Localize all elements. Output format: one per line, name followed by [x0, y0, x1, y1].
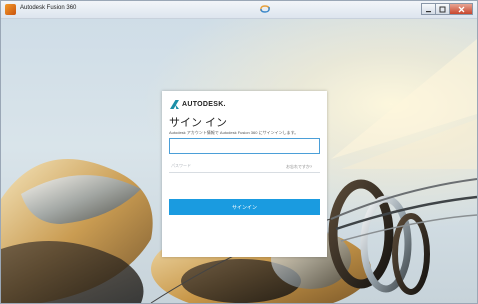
maximize-button[interactable]	[435, 3, 449, 15]
minimize-icon	[426, 10, 431, 12]
title-bar[interactable]: Autodesk Fusion 360	[1, 1, 477, 19]
fusion-app-icon	[5, 4, 16, 15]
signin-heading: サイン イン	[169, 117, 228, 129]
app-window: Autodesk Fusion 360 AUTODESK. サイン イン Aut…	[0, 0, 478, 304]
maximize-icon	[439, 6, 446, 12]
signin-button[interactable]: サインイン	[169, 199, 320, 215]
window-controls	[421, 3, 473, 16]
close-button[interactable]	[449, 3, 473, 15]
close-icon	[458, 6, 464, 12]
sync-glyph-icon	[260, 5, 270, 13]
autodesk-brand: AUTODESK.	[170, 99, 226, 109]
signin-dialog: AUTODESK. サイン イン Autodesk アカウント情報で Autod…	[162, 91, 327, 257]
brand-text: AUTODESK.	[182, 100, 226, 108]
email-field[interactable]	[169, 138, 320, 154]
signin-subtitle: Autodesk アカウント情報で Autodesk Fusion 360 にサ…	[169, 130, 299, 135]
forgot-password-link[interactable]: お忘れですか?	[286, 164, 312, 170]
autodesk-logo-icon	[170, 99, 179, 109]
window-title: Autodesk Fusion 360	[20, 5, 77, 11]
minimize-button[interactable]	[421, 3, 435, 15]
splash-background: AUTODESK. サイン イン Autodesk アカウント情報で Autod…	[1, 19, 477, 303]
